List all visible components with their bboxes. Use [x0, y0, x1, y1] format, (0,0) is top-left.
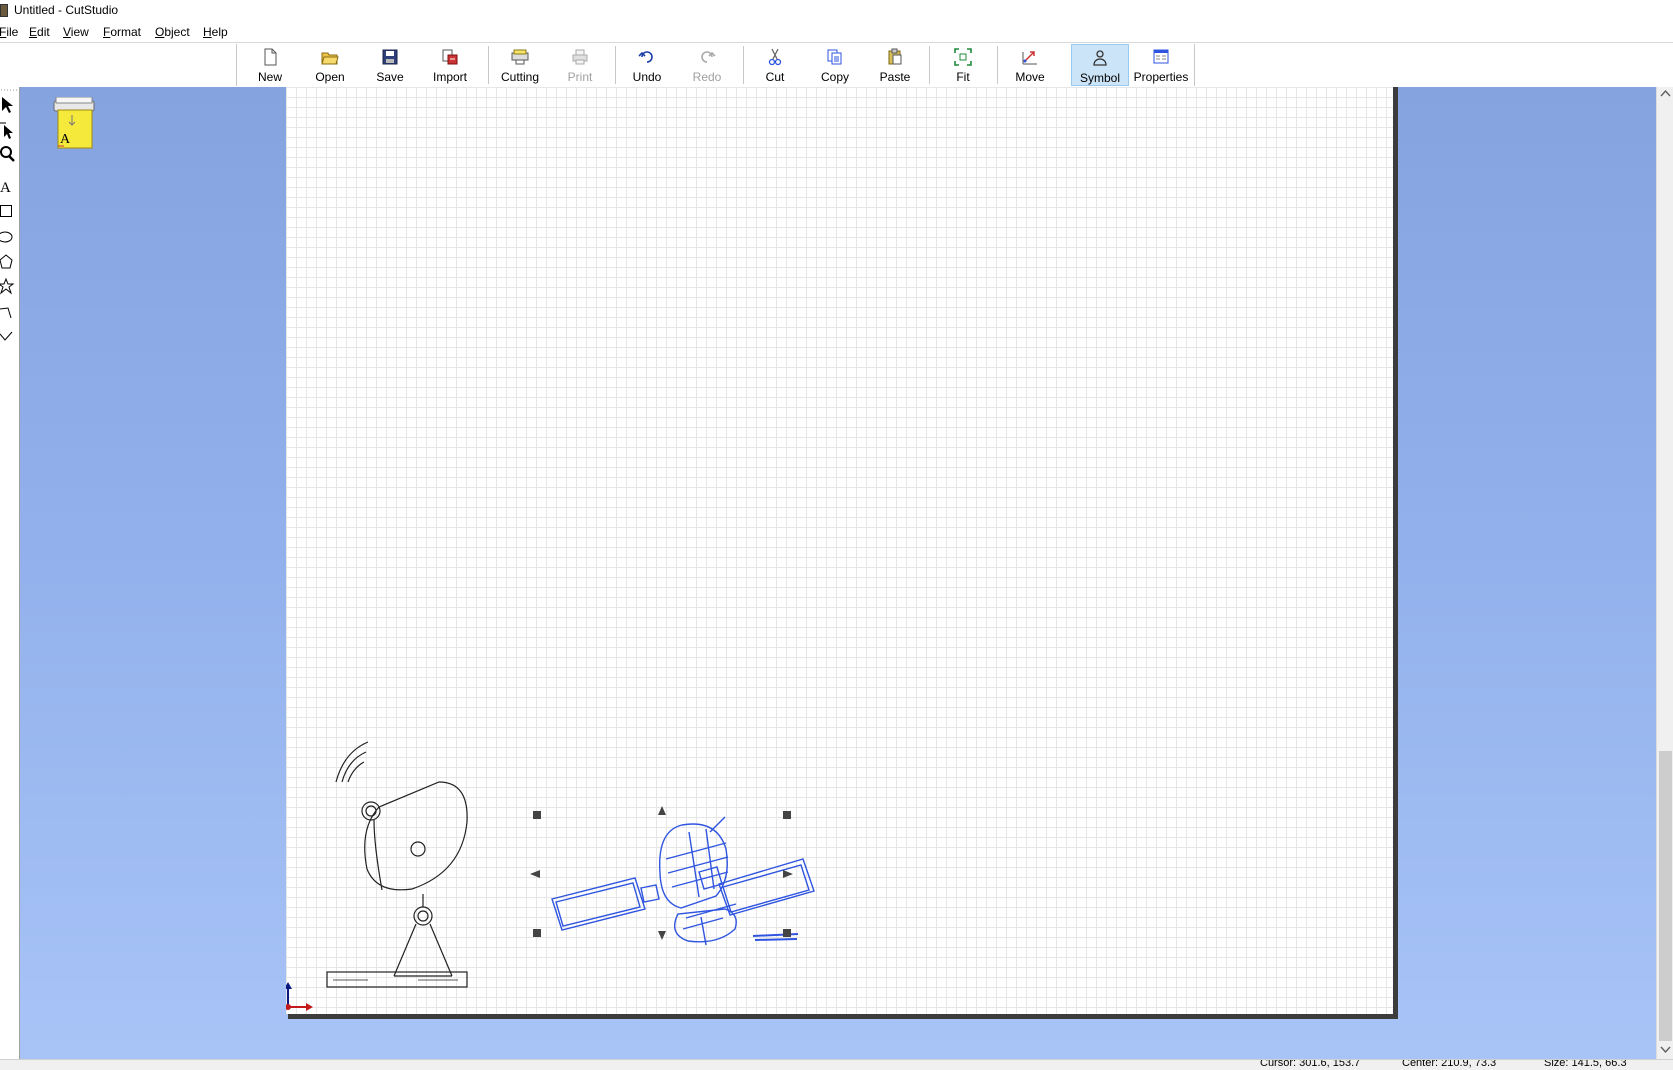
undo-arrow-icon	[638, 51, 653, 63]
object-size: Size: 141.5, 66.3	[1544, 1059, 1627, 1069]
resize-handle-bottom-right[interactable]	[783, 929, 791, 937]
fit-button[interactable]: Fit	[934, 44, 992, 86]
page-artwork	[286, 741, 815, 1011]
menu-bar: File Edit View Format Object Help	[0, 22, 1673, 42]
menu-edit[interactable]: Edit	[29, 25, 50, 39]
scissors-icon	[768, 48, 782, 66]
properties-button[interactable]: Properties	[1131, 44, 1191, 86]
scroll-down-arrow-icon[interactable]	[1660, 1046, 1671, 1054]
polygon-tool-icon[interactable]	[0, 252, 18, 272]
menu-format[interactable]: Format	[103, 25, 141, 39]
scale-handle-top[interactable]	[658, 806, 666, 815]
toolbar-separator	[743, 46, 744, 84]
satellite-dish-object[interactable]	[326, 741, 468, 988]
undo-button[interactable]: Undo	[618, 44, 676, 86]
origin-axis-marker	[286, 982, 313, 1011]
main-toolbar: New Open Save Import Cutting Print Undo	[236, 44, 1195, 86]
toolbox-grip[interactable]	[0, 87, 18, 93]
import-icon	[442, 49, 458, 65]
resize-handle-top-left[interactable]	[533, 811, 541, 819]
resize-handle-bottom-left[interactable]	[533, 929, 541, 937]
copy-pages-icon	[827, 49, 842, 65]
menu-help[interactable]: Help	[203, 25, 228, 39]
page-shadow-right	[1393, 87, 1398, 1019]
toolbar-separator	[615, 46, 616, 84]
toolbar-separator	[488, 46, 489, 84]
cutting-plotter-icon[interactable]: A	[50, 97, 98, 151]
drawing-workspace[interactable]: A	[20, 87, 1656, 1059]
svg-text:A: A	[60, 132, 71, 147]
import-button[interactable]: Import	[421, 44, 479, 86]
cutstudio-app-icon[interactable]	[0, 4, 8, 17]
toolbar-area: New Open Save Import Cutting Print Undo	[0, 42, 1673, 89]
scale-handle-left[interactable]	[530, 870, 540, 878]
zoom-magnifier-icon[interactable]	[0, 144, 18, 164]
save-disk-icon	[382, 49, 398, 65]
paste-button[interactable]: Paste	[866, 44, 924, 86]
toolbar-separator	[997, 46, 998, 84]
symbol-person-icon	[1093, 50, 1107, 66]
new-document-icon	[264, 48, 277, 66]
scroll-up-arrow-icon[interactable]	[1660, 89, 1671, 97]
satellite-object[interactable]	[551, 816, 815, 946]
title-bar: Untitled - CutStudio	[0, 0, 1673, 22]
text-tool-icon[interactable]: A	[0, 176, 18, 196]
cut-button[interactable]: Cut	[746, 44, 804, 86]
resize-handle-top-right[interactable]	[783, 811, 791, 819]
copy-button[interactable]: Copy	[806, 44, 864, 86]
open-button[interactable]: Open	[301, 44, 359, 86]
cutting-page[interactable]	[286, 87, 1393, 1014]
page-shadow-bottom	[288, 1014, 1398, 1019]
cursor-position: Cursor: 301.6, 153.7	[1260, 1059, 1361, 1069]
paste-clipboard-icon	[888, 48, 902, 65]
cutting-button[interactable]: Cutting	[491, 44, 549, 86]
star-tool-icon[interactable]	[0, 277, 18, 297]
open-folder-icon	[321, 52, 339, 65]
new-button[interactable]: New	[241, 44, 299, 86]
printer-icon	[572, 49, 588, 65]
scale-handle-bottom[interactable]	[658, 931, 666, 940]
symbol-button[interactable]: Symbol	[1071, 44, 1129, 86]
fit-to-page-icon	[954, 48, 972, 66]
redo-arrow-icon	[701, 51, 716, 63]
menu-file[interactable]: File	[0, 25, 18, 39]
move-icon	[1022, 51, 1037, 65]
scrollbar-thumb[interactable]	[1659, 751, 1672, 1041]
drawing-toolbox: A	[0, 87, 20, 1059]
node-edit-arrow-icon[interactable]	[0, 119, 18, 139]
print-button[interactable]: Print	[551, 44, 609, 86]
menu-object[interactable]: Object	[155, 25, 190, 39]
save-button[interactable]: Save	[361, 44, 419, 86]
select-arrow-icon[interactable]	[0, 95, 18, 115]
redo-button[interactable]: Redo	[678, 44, 736, 86]
rectangle-tool-icon[interactable]	[0, 201, 18, 221]
menu-view[interactable]: View	[63, 25, 89, 39]
center-position: Center: 210.9, 73.3	[1402, 1059, 1497, 1069]
curve-tool-icon[interactable]	[0, 326, 18, 346]
toolbar-separator	[929, 46, 930, 84]
scale-handle-right[interactable]	[783, 870, 793, 878]
ellipse-tool-icon[interactable]	[0, 227, 18, 247]
window-title: Untitled - CutStudio	[14, 3, 119, 17]
svg-text:A: A	[0, 180, 11, 196]
cutting-plotter-icon	[511, 49, 529, 65]
move-button[interactable]: Move	[1001, 44, 1059, 86]
properties-window-icon	[1153, 49, 1169, 64]
status-bar: Cursor: 301.6, 153.7 Center: 210.9, 73.3…	[0, 1059, 1673, 1070]
vertical-scrollbar[interactable]	[1656, 87, 1673, 1059]
line-tool-icon[interactable]	[0, 302, 18, 322]
